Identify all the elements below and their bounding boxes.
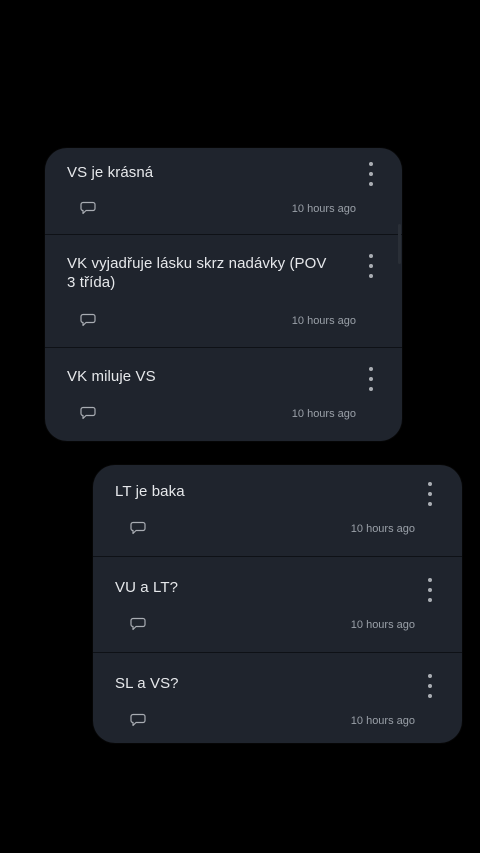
more-vertical-icon[interactable] bbox=[420, 578, 440, 602]
list-item[interactable]: VK miluje VS 10 hours ago bbox=[45, 348, 402, 441]
post-title: VK vyjadřuje lásku skrz nadávky (POV 3 t… bbox=[67, 255, 327, 291]
more-vertical-icon[interactable] bbox=[420, 674, 440, 698]
timestamp: 10 hours ago bbox=[350, 715, 415, 727]
post-title: VS je krásná bbox=[67, 164, 154, 181]
comment-icon[interactable] bbox=[80, 313, 96, 327]
list-item[interactable]: LT je baka 10 hours ago bbox=[93, 465, 462, 557]
post-title: LT je baka bbox=[115, 483, 185, 500]
list-item[interactable]: SL a VS? 10 hours ago bbox=[93, 653, 462, 743]
scrollbar[interactable] bbox=[398, 224, 401, 264]
more-vertical-icon[interactable] bbox=[420, 482, 440, 506]
comment-icon[interactable] bbox=[80, 406, 96, 420]
timestamp: 10 hours ago bbox=[291, 315, 356, 327]
comment-icon[interactable] bbox=[130, 617, 146, 631]
timestamp: 10 hours ago bbox=[350, 523, 415, 535]
more-vertical-icon[interactable] bbox=[361, 254, 381, 278]
comment-icon[interactable] bbox=[80, 201, 96, 215]
post-group-card: LT je baka 10 hours ago VU a LT? 10 hour… bbox=[93, 465, 462, 743]
comment-icon[interactable] bbox=[130, 521, 146, 535]
list-item[interactable]: VS je krásná 10 hours ago bbox=[45, 148, 402, 235]
post-title: VK miluje VS bbox=[67, 368, 156, 385]
list-item[interactable]: VK vyjadřuje lásku skrz nadávky (POV 3 t… bbox=[45, 235, 402, 348]
list-item[interactable]: VU a LT? 10 hours ago bbox=[93, 557, 462, 653]
timestamp: 10 hours ago bbox=[291, 203, 356, 215]
timestamp: 10 hours ago bbox=[350, 619, 415, 631]
post-group-card: VS je krásná 10 hours ago VK vyjadřuje l… bbox=[45, 148, 402, 441]
more-vertical-icon[interactable] bbox=[361, 367, 381, 391]
timestamp: 10 hours ago bbox=[291, 408, 356, 420]
screen: VS je krásná 10 hours ago VK vyjadřuje l… bbox=[0, 0, 480, 853]
more-vertical-icon[interactable] bbox=[361, 162, 381, 186]
post-title: VU a LT? bbox=[115, 579, 179, 596]
comment-icon[interactable] bbox=[130, 713, 146, 727]
post-title: SL a VS? bbox=[115, 675, 179, 692]
